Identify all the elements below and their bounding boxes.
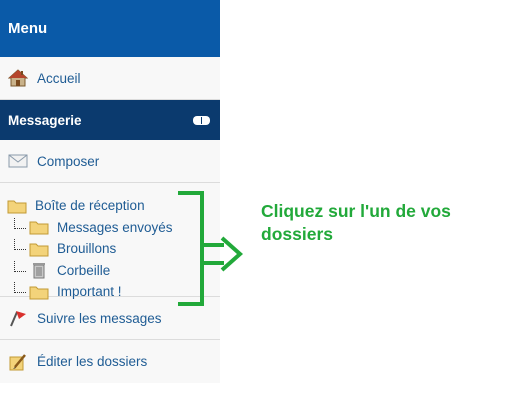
messaging-header[interactable]: Messagerie [0, 100, 220, 140]
sidebar-item-home[interactable]: Accueil [0, 57, 220, 100]
follow-label: Suivre les messages [37, 310, 162, 326]
menu-header: Menu [0, 0, 220, 57]
folder-icon [7, 197, 27, 214]
folder-label: Corbeille [57, 262, 111, 278]
bracket-arrow-icon [178, 191, 244, 306]
menu-title: Menu [8, 20, 48, 37]
flag-icon [8, 308, 28, 328]
trash-icon [29, 262, 49, 279]
folder-label: Important ! [57, 284, 122, 300]
folder-icon [29, 283, 49, 300]
edit-icon [8, 352, 28, 372]
sidebar-item-edit-folders[interactable]: Éditer les dossiers [0, 340, 220, 383]
folder-icon [29, 240, 49, 257]
compose-label: Composer [37, 153, 100, 169]
collapse-toggle-icon[interactable] [193, 115, 210, 125]
home-label: Accueil [37, 70, 81, 86]
edit-folders-label: Éditer les dossiers [37, 354, 148, 369]
home-icon [8, 68, 28, 88]
tree-connector [14, 260, 26, 272]
folder-label: Boîte de réception [35, 198, 145, 214]
folder-icon [29, 219, 49, 236]
tree-connector [14, 282, 26, 294]
folder-label: Messages envoyés [57, 219, 173, 235]
tree-connector [14, 217, 26, 229]
messaging-title: Messagerie [8, 112, 82, 128]
annotation-text: Cliquez sur l'un de vos dossiers [261, 201, 451, 244]
sidebar-item-compose[interactable]: Composer [0, 140, 220, 183]
tree-connector [14, 239, 26, 251]
envelope-icon [8, 151, 28, 171]
folder-label: Brouillons [57, 241, 117, 257]
